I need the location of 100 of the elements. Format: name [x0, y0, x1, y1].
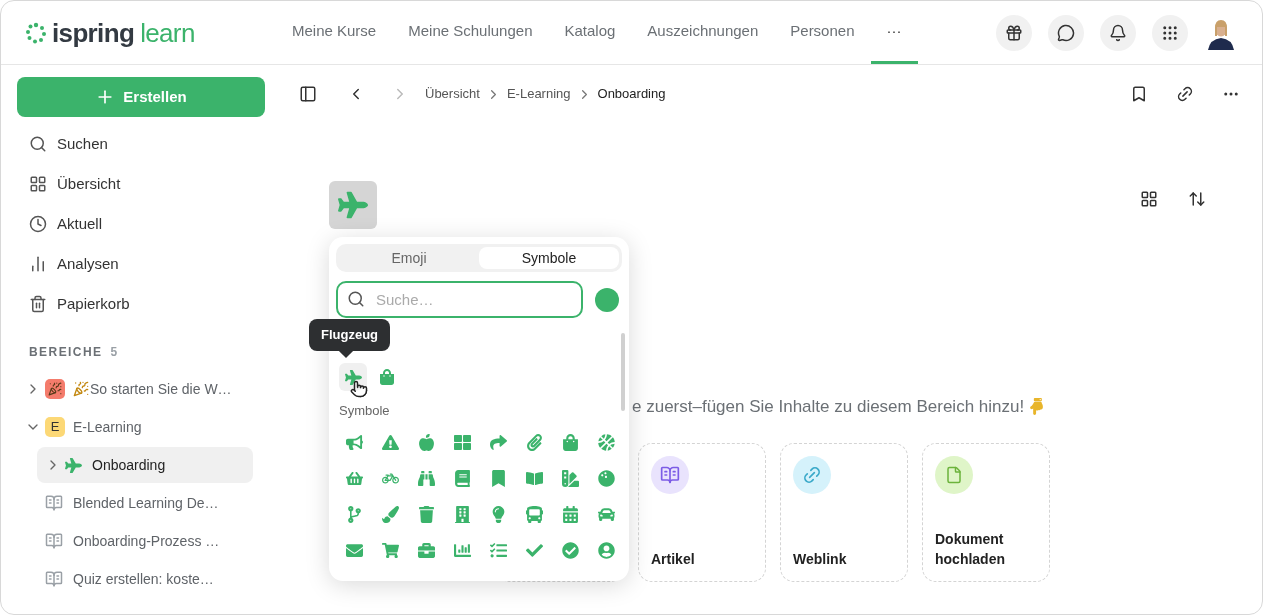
- nav-link[interactable]: Katalog: [548, 1, 632, 64]
- book-icon[interactable]: [453, 470, 471, 487]
- breadcrumb-link[interactable]: Übersicht: [425, 84, 480, 104]
- check-icon[interactable]: [525, 542, 543, 559]
- sidebar-item[interactable]: Papierkorb: [1, 284, 289, 324]
- sidebar-item[interactable]: Suchen: [1, 124, 289, 164]
- nav-link[interactable]: ···: [870, 1, 918, 64]
- pointing-hand-icon: [1028, 398, 1046, 416]
- tree-item[interactable]: Blended Learning De…: [37, 485, 253, 521]
- space-badge: E: [45, 417, 65, 437]
- calendar-icon[interactable]: [561, 506, 579, 523]
- megaphone-icon[interactable]: [345, 434, 363, 451]
- book-icon: [45, 494, 63, 512]
- apps-grid-button[interactable]: [1152, 14, 1188, 51]
- cart-icon[interactable]: [381, 542, 399, 559]
- tree-item-label: So starten Sie die W…: [90, 379, 232, 399]
- logo-text: ispring: [52, 19, 135, 46]
- trash-icon: [29, 295, 47, 313]
- checklist-icon[interactable]: [489, 542, 507, 559]
- gift-icon: [1005, 23, 1023, 42]
- search-field[interactable]: Suche…: [336, 281, 583, 318]
- sidebar-toggle-icon[interactable]: [299, 85, 317, 103]
- tree-item[interactable]: E E-Learning: [21, 409, 269, 445]
- breadcrumb-link[interactable]: Onboarding: [597, 84, 666, 104]
- card-label: Dokument hochladen: [935, 529, 1006, 569]
- tree-item[interactable]: So starten Sie die W…: [21, 371, 269, 407]
- bus-icon[interactable]: [525, 506, 543, 523]
- share-icon[interactable]: [489, 434, 507, 451]
- logo-icon: [25, 21, 47, 44]
- count-label: 5: [110, 344, 118, 361]
- book-icon: [45, 532, 63, 550]
- bar-chart-icon[interactable]: [453, 542, 471, 559]
- clock-icon: [29, 215, 47, 233]
- document-icon: [945, 465, 963, 484]
- search-icon: [29, 135, 47, 153]
- sidebar-item[interactable]: Analysen: [1, 244, 289, 284]
- branch-icon[interactable]: [345, 506, 363, 523]
- bar-chart-icon: [29, 255, 47, 273]
- basketball-icon[interactable]: [597, 434, 615, 451]
- book-icon: [660, 464, 680, 485]
- bookmark-icon[interactable]: [1130, 85, 1148, 103]
- nav-link[interactable]: Auszeichnungen: [631, 1, 775, 64]
- basket-icon[interactable]: [345, 470, 363, 487]
- bell-button[interactable]: [1100, 14, 1136, 51]
- tree-item-label: Onboarding: [92, 455, 166, 475]
- bicycle-icon[interactable]: [381, 470, 399, 487]
- bowling-icon[interactable]: [597, 470, 615, 487]
- nav-link[interactable]: Personen: [774, 1, 871, 64]
- airplane-icon: [65, 456, 82, 474]
- warning-icon[interactable]: [381, 434, 399, 451]
- card-label: Weblink: [793, 549, 848, 569]
- apple-icon[interactable]: [417, 434, 435, 451]
- logo-text: learn: [140, 19, 195, 46]
- hand-cursor-icon: [350, 380, 368, 398]
- grid-icon: [29, 175, 47, 193]
- envelope-icon[interactable]: [345, 542, 363, 559]
- books-icon[interactable]: [561, 470, 579, 487]
- space-icon-tile[interactable]: [329, 181, 377, 229]
- search-icon: [347, 290, 365, 308]
- hint-text: e zuerst–fügen Sie Inhalte zu diesem Bereich hinzu!: [632, 396, 1025, 418]
- tree-item-label: Quiz erstellen: koste…: [73, 569, 214, 589]
- content-type-card[interactable]: Artikel: [638, 442, 766, 582]
- briefcase-icon[interactable]: [417, 542, 435, 559]
- bucket-icon[interactable]: [417, 506, 435, 523]
- section-label: Symbole: [339, 402, 391, 420]
- card-label: Artikel: [651, 549, 696, 569]
- shopping-bag-icon[interactable]: [561, 434, 579, 451]
- tree-item[interactable]: Onboarding: [37, 447, 253, 483]
- chat-button[interactable]: [1048, 14, 1084, 51]
- tree-item[interactable]: Quiz erstellen: koste…: [37, 561, 253, 597]
- widgets-icon[interactable]: [453, 434, 471, 451]
- airplane-icon: [344, 368, 362, 386]
- building-icon[interactable]: [453, 506, 471, 523]
- tree-item-label: Onboarding-Prozess …: [73, 531, 220, 551]
- binoculars-icon[interactable]: [417, 470, 435, 487]
- grid-view-icon[interactable]: [1140, 190, 1158, 208]
- tree-item-label: E-Learning: [73, 417, 142, 437]
- bell-icon: [1109, 23, 1127, 42]
- book-icon: [45, 570, 63, 588]
- breadcrumb-link[interactable]: E-Learning: [506, 84, 571, 104]
- gift-button[interactable]: [996, 14, 1032, 51]
- color-swatch[interactable]: [595, 287, 619, 312]
- brush-icon[interactable]: [381, 506, 399, 523]
- content-type-card[interactable]: Weblink: [780, 442, 908, 582]
- picker-tab[interactable]: Emoji: [339, 247, 479, 269]
- sidebar-item[interactable]: Aktuell: [1, 204, 289, 244]
- content-type-card[interactable]: Dokument hochladen: [922, 442, 1050, 582]
- open-book-icon[interactable]: [525, 470, 543, 487]
- paperclip-icon[interactable]: [525, 434, 543, 451]
- sidebar-item[interactable]: Übersicht: [1, 164, 289, 204]
- party-popper-icon: [73, 381, 89, 397]
- nav-link[interactable]: Meine Schulungen: [392, 1, 549, 64]
- sort-icon[interactable]: [1188, 190, 1206, 208]
- picker-tab[interactable]: Symbole: [479, 247, 619, 269]
- car-icon[interactable]: [597, 506, 615, 523]
- nav-link[interactable]: Meine Kurse: [276, 1, 393, 64]
- apps-grid-icon: [1161, 23, 1179, 42]
- tooltip: Flugzeug: [309, 319, 391, 351]
- tree-item[interactable]: Onboarding-Prozess …: [37, 523, 253, 559]
- section-heading: BEREICHE: [29, 344, 103, 361]
